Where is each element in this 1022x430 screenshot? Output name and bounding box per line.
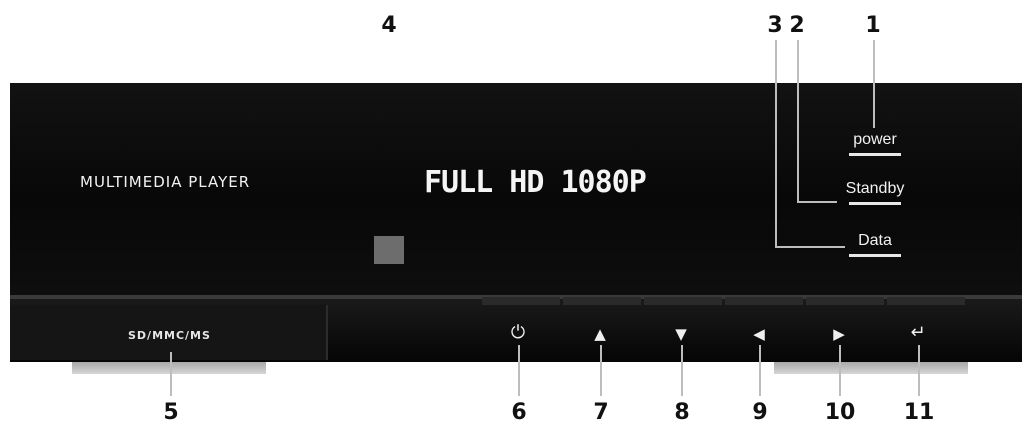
callout-2: 2	[789, 13, 805, 38]
callout-9: 9	[752, 400, 768, 425]
leader-line-6	[518, 345, 520, 396]
key-cap-left	[725, 297, 803, 305]
callout-4: 4	[381, 13, 397, 38]
power-icon[interactable]: ⏻	[511, 324, 525, 342]
key-cap-down	[644, 297, 722, 305]
ir-receiver-window	[374, 236, 404, 264]
left-foot	[72, 362, 266, 374]
leader-line-2-vertical	[797, 40, 799, 202]
leader-line-3-horizontal	[775, 246, 845, 248]
leader-line-5	[170, 352, 172, 396]
down-arrow-icon[interactable]: ▼	[675, 327, 687, 342]
callout-8: 8	[674, 400, 690, 425]
callout-10: 10	[824, 400, 856, 425]
data-indicator-led	[849, 254, 901, 257]
up-arrow-icon[interactable]: ▲	[594, 327, 606, 342]
standby-indicator-led	[849, 202, 901, 205]
card-slot-label: SD/MMC/MS	[128, 329, 211, 342]
leader-line-8	[681, 345, 683, 396]
power-indicator-led	[849, 153, 901, 156]
leader-line-10	[839, 345, 841, 396]
hd-label: FULL HD 1080P	[424, 165, 647, 200]
callout-1: 1	[865, 13, 881, 38]
callout-3: 3	[767, 13, 783, 38]
power-indicator-label: power	[853, 131, 897, 148]
standby-indicator-label: Standby	[845, 180, 905, 197]
callout-5: 5	[163, 400, 179, 425]
right-foot	[774, 362, 968, 374]
left-arrow-icon[interactable]: ◀	[753, 327, 765, 342]
leader-line-7	[600, 345, 602, 396]
callout-11: 11	[903, 400, 935, 425]
data-indicator-label: Data	[858, 232, 892, 249]
right-arrow-icon[interactable]: ▶	[833, 327, 845, 342]
leader-line-3-vertical	[775, 40, 777, 247]
leader-line-9	[759, 345, 761, 396]
key-cap-power	[482, 297, 560, 305]
key-cap-enter	[887, 297, 965, 305]
callout-6: 6	[511, 400, 527, 425]
enter-icon[interactable]: ↵	[910, 324, 925, 342]
key-cap-up	[563, 297, 641, 305]
callout-7: 7	[593, 400, 609, 425]
leader-line-2-horizontal	[797, 201, 837, 203]
brand-label: MULTIMEDIA PLAYER	[80, 173, 251, 191]
leader-line-11	[918, 345, 920, 396]
key-cap-right	[806, 297, 884, 305]
leader-line-1	[873, 40, 875, 128]
